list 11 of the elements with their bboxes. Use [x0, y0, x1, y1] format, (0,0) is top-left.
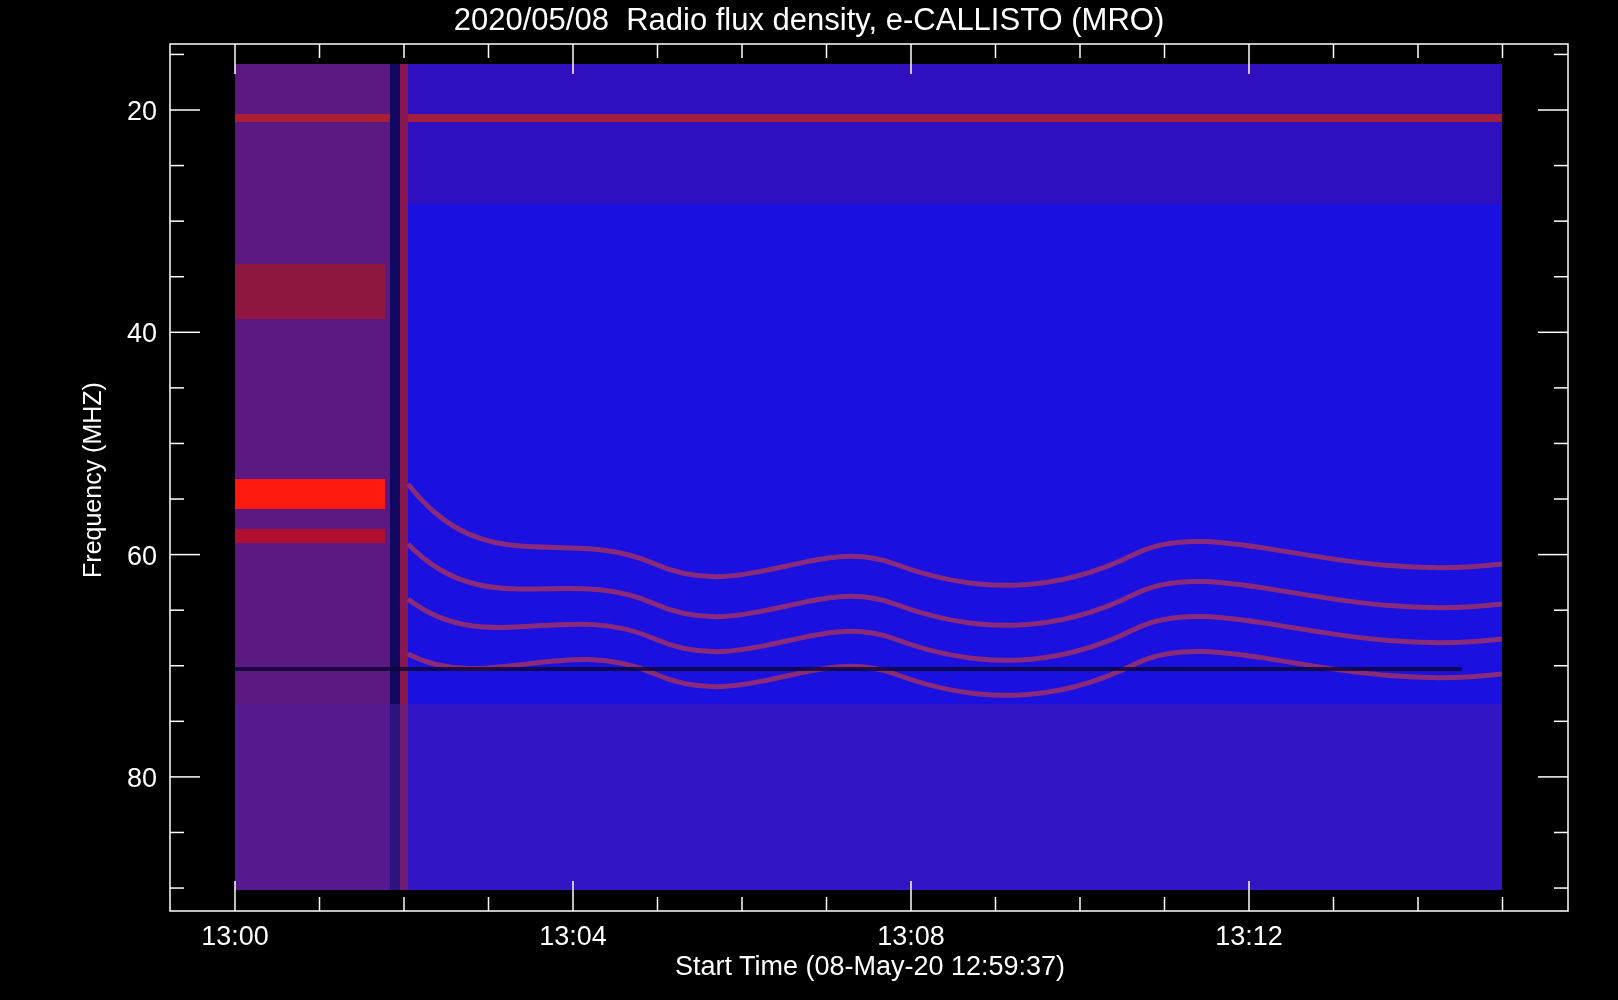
y-tick-label: 20	[126, 96, 157, 126]
x-tick-label: 13:08	[877, 921, 945, 951]
x-axis-label: Start Time (08-May-20 12:59:37)	[674, 951, 1066, 981]
x-tick-label: 13:12	[1215, 921, 1283, 951]
y-tick-label: 40	[126, 318, 157, 349]
y-tick-label: 80	[126, 762, 157, 793]
x-tick-label: 13:04	[539, 921, 607, 951]
chart-title: 2020/05/08 Radio flux density, e-CALLISTO (MRO)	[453, 2, 1165, 38]
x-tick-label: 13:00	[201, 921, 269, 951]
y-tick-label: 60	[126, 540, 157, 571]
y-axis-label: Frequency (MHZ)	[78, 382, 106, 578]
